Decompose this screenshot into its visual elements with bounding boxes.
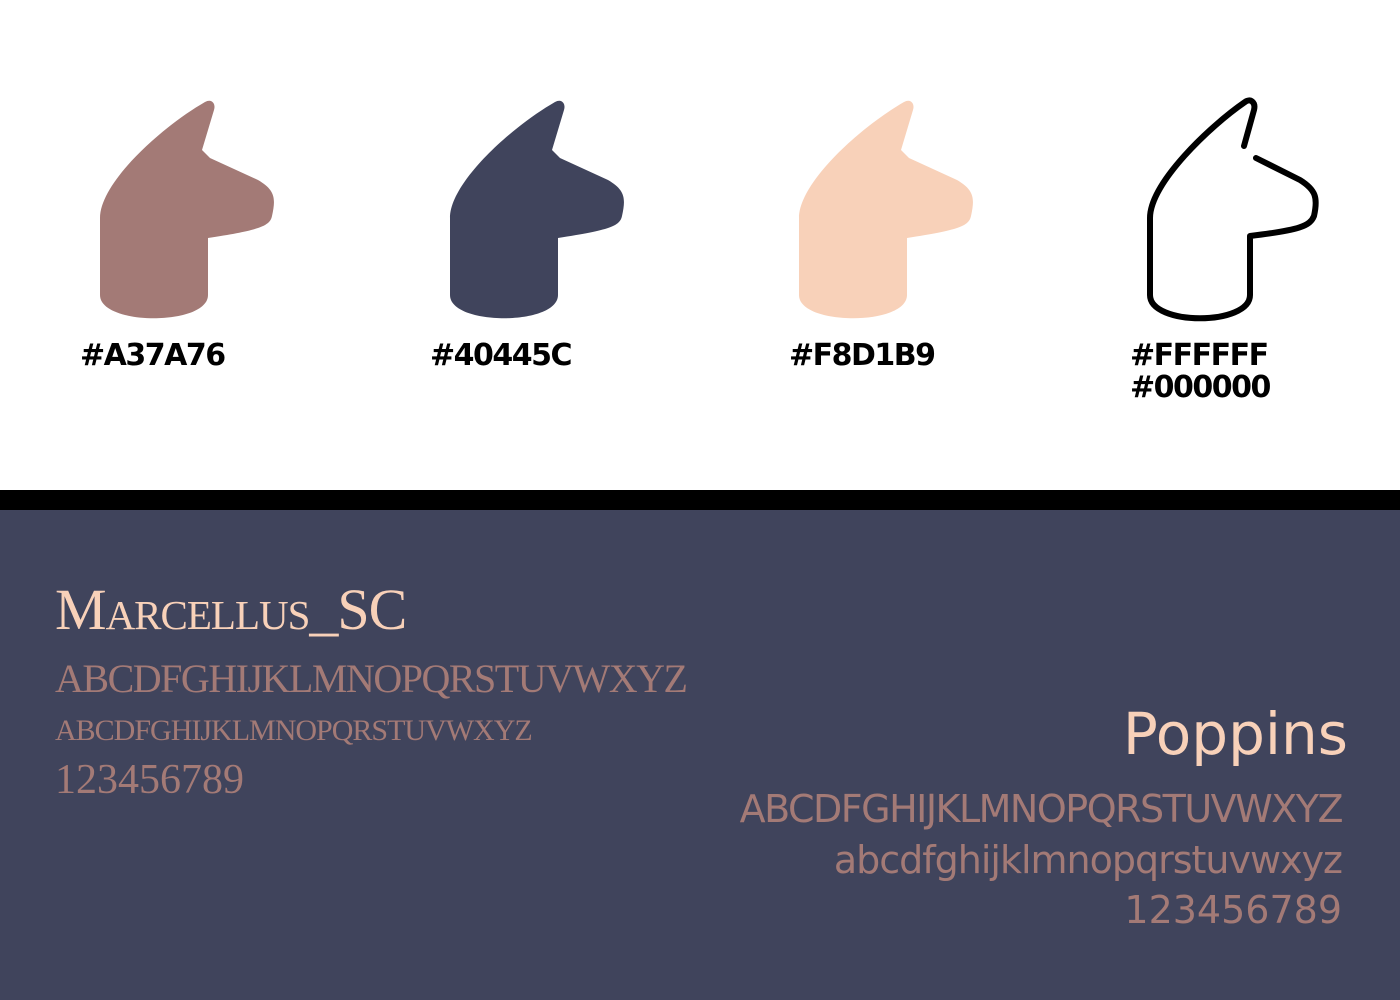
hex-label: #A37A76	[80, 338, 226, 373]
divider	[0, 490, 1400, 510]
hex-label: #FFFFFF	[1130, 338, 1269, 373]
serif-smallcaps-sample: ABCDFGHIJKLMNOPQRSTUVWXYZ	[55, 714, 533, 747]
serif-uppercase-sample: ABCDFGHIJKLMNOPQRSTUVWXYZ	[55, 656, 688, 701]
sans-lowercase-sample: abcdfghijklmnopqrstuvwxyz	[833, 838, 1343, 882]
swatch-horse-head-peach-icon	[799, 98, 979, 328]
serif-digits-sample: 123456789	[55, 757, 244, 803]
color-palette-section: #A37A76 #40445C #F8D1B9 #FFFFFF #000000	[0, 0, 1400, 490]
hex-label: #40445C	[430, 338, 573, 373]
sans-uppercase-sample: ABCDFGHIJKLMNOPQRSTUVWXYZ	[739, 787, 1344, 831]
typography-section: Marcellus_SC ABCDFGHIJKLMNOPQRSTUVWXYZ A…	[0, 510, 1400, 1000]
serif-font-name: Marcellus_SC	[55, 577, 407, 642]
sans-digits-sample: 123456789	[1124, 888, 1342, 932]
swatch-horse-head-brown-icon	[100, 98, 280, 328]
swatch-horse-head-navy-icon	[450, 98, 630, 328]
swatch-horse-head-outline-icon	[1147, 97, 1330, 328]
hex-label: #F8D1B9	[789, 338, 936, 373]
hex-label: #000000	[1130, 370, 1271, 405]
sans-font-name: Poppins	[1122, 700, 1348, 768]
